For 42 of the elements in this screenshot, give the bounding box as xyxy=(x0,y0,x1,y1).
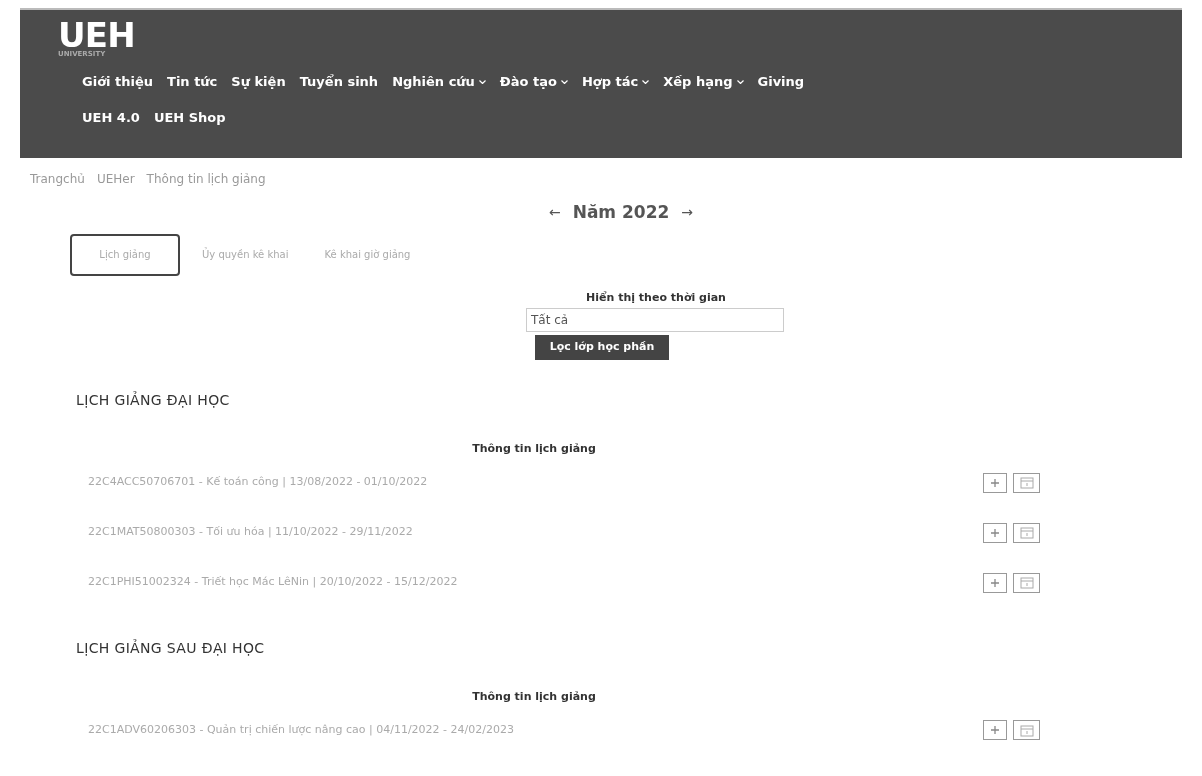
calendar-icon xyxy=(1019,476,1034,489)
nav-link[interactable]: Giới thiệu xyxy=(82,72,154,92)
nav-link[interactable]: Giving xyxy=(757,72,805,92)
time-filter-dropdown[interactable]: Tất cả xyxy=(526,308,784,332)
section-heading: LỊCH GIẢNG SAU ĐẠI HỌC xyxy=(76,638,266,658)
nav-link[interactable]: UEH 4.0 xyxy=(82,107,140,127)
filter-label: Hiển thị theo thời gian xyxy=(586,289,726,306)
nav-link[interactable]: UEH Shop xyxy=(153,107,226,127)
calendar-button[interactable] xyxy=(1013,720,1040,740)
plus-icon xyxy=(990,477,1000,488)
add-button[interactable] xyxy=(983,522,1007,543)
calendar-icon xyxy=(1019,576,1034,589)
logo-text[interactable]: UEH xyxy=(58,20,135,50)
calendar-icon xyxy=(1019,723,1034,737)
add-button[interactable] xyxy=(983,572,1007,593)
nav-link[interactable]: Đào tạo xyxy=(499,72,568,92)
calendar-button[interactable] xyxy=(1013,522,1040,543)
nav-link[interactable]: Hợp tác xyxy=(581,72,650,92)
nav-link[interactable]: Nghiên cứu xyxy=(392,72,486,92)
next-year-button[interactable]: → xyxy=(681,202,694,224)
caret-icon xyxy=(736,79,744,84)
card-title: Thông tin lịch giảng xyxy=(472,689,596,703)
card-title: Thông tin lịch giảng xyxy=(472,442,596,455)
year-label: Năm 2022 xyxy=(572,201,670,224)
nav-link[interactable]: Tin tức xyxy=(167,72,218,92)
calendar-button[interactable] xyxy=(1013,472,1040,493)
calendar-button[interactable] xyxy=(1013,572,1040,593)
plus-icon xyxy=(990,725,1000,735)
nav-link[interactable]: Tuyển sinh xyxy=(299,72,379,92)
section-heading: LỊCH GIẢNG ĐẠI HỌC xyxy=(76,390,231,410)
caret-icon xyxy=(642,79,650,84)
plus-icon xyxy=(990,577,1000,588)
caret-icon xyxy=(560,79,568,84)
filter-button[interactable]: Lọc lớp học phần xyxy=(535,335,669,360)
add-button[interactable] xyxy=(983,720,1007,740)
previous-year-button[interactable]: ← xyxy=(548,202,561,224)
caret-icon xyxy=(478,79,486,84)
nav-link[interactable]: Xếp hạng xyxy=(663,72,744,92)
nav-link[interactable]: Sự kiện xyxy=(231,72,286,92)
calendar-icon xyxy=(1019,526,1034,539)
plus-icon xyxy=(990,527,1000,538)
add-button[interactable] xyxy=(983,472,1007,493)
